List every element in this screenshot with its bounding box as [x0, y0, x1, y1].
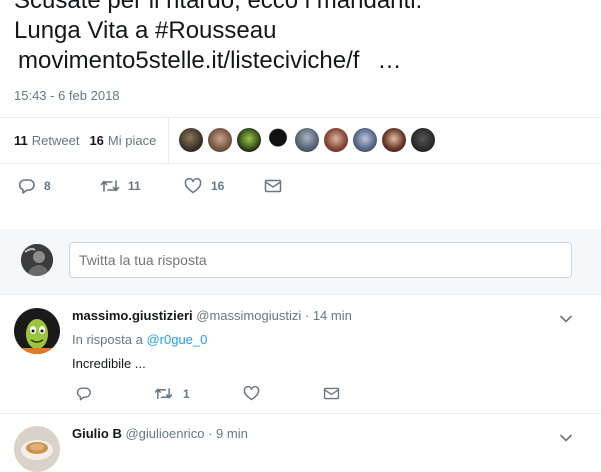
liker-avatar[interactable]: [237, 128, 262, 152]
chevron-down-icon[interactable]: [559, 430, 573, 448]
tweet-text: Scusate per il ritardo, ecco i mandanti.…: [14, 0, 422, 76]
like-stat-label: Mi piace: [107, 132, 157, 148]
reply-text: Incredibile ...: [72, 356, 146, 371]
reply-author-avatar[interactable]: [14, 308, 60, 354]
retweet-icon: [100, 178, 120, 194]
reply-author-avatar[interactable]: [14, 426, 60, 472]
separator-dot: ·: [208, 426, 213, 441]
current-user-avatar[interactable]: [21, 244, 53, 276]
chevron-down-icon[interactable]: [559, 311, 573, 329]
liker-avatar[interactable]: [353, 128, 378, 152]
reply-action[interactable]: 8: [18, 178, 100, 194]
divider: [0, 294, 601, 295]
separator-dot: ·: [304, 308, 310, 323]
stats-separator: [168, 117, 170, 163]
in-reply-to: In risposta a @r0gue_0: [72, 332, 207, 347]
reply-header: massimo.giustizieri @massimogiustizi · 1…: [72, 308, 352, 323]
reply-time[interactable]: 14 min: [313, 308, 352, 323]
likers-avatars: [179, 128, 436, 152]
like-count: 16: [211, 179, 225, 193]
liker-avatar[interactable]: [179, 128, 204, 152]
liker-avatar[interactable]: [411, 128, 436, 152]
reply-count: 8: [44, 179, 51, 193]
in-reply-to-mention[interactable]: @r0gue_0: [146, 332, 207, 347]
liker-avatar[interactable]: [295, 128, 320, 152]
retweet-count: 1: [183, 386, 190, 401]
retweet-action[interactable]: 1: [154, 386, 243, 401]
retweet-stat[interactable]: 11 Retweet: [14, 133, 79, 148]
envelope-icon: [264, 179, 282, 193]
reply-input[interactable]: [69, 242, 572, 278]
heart-icon: [243, 386, 260, 401]
like-stat[interactable]: 16 Mi piace: [89, 133, 156, 148]
reply-time[interactable]: 9 min: [216, 426, 248, 441]
reply-icon: [76, 386, 92, 401]
reply-author-handle[interactable]: @massimogiustizi: [196, 308, 301, 323]
tweet-link-line: movimento5stelle.it/listeciviche/f …: [18, 46, 422, 76]
liker-avatar[interactable]: [324, 128, 349, 152]
reply-author-name[interactable]: Giulio B: [72, 426, 122, 441]
reply-action[interactable]: [76, 386, 154, 401]
reply-author-name[interactable]: massimo.giustizieri: [72, 308, 193, 323]
envelope-icon: [323, 387, 340, 400]
retweet-action[interactable]: 11: [100, 178, 184, 194]
direct-message-action[interactable]: [264, 179, 282, 193]
reply-icon: [18, 178, 36, 194]
tweet-timestamp[interactable]: 15:43 - 6 feb 2018: [14, 88, 120, 103]
like-action[interactable]: 16: [184, 178, 264, 194]
divider: [0, 413, 601, 414]
like-action[interactable]: [243, 386, 323, 401]
tweet-link[interactable]: movimento5stelle.it/listeciviche/f: [18, 47, 359, 74]
tweet-stats: 11 Retweet 16 Mi piace: [14, 117, 601, 163]
reply-author-handle[interactable]: @giulioenrico: [125, 426, 204, 441]
tweet-line-2: Lunga Vita a #Rousseau: [14, 17, 277, 44]
tweet-line-1: Scusate per il ritardo, ecco i mandanti.: [14, 0, 423, 14]
direct-message-action[interactable]: [323, 387, 340, 400]
retweet-icon: [154, 386, 173, 401]
retweet-stat-label: Retweet: [31, 132, 80, 148]
in-reply-to-prefix: In risposta a: [72, 332, 143, 347]
reply-actions: 1: [76, 386, 340, 401]
liker-avatar[interactable]: [266, 128, 291, 152]
heart-icon: [184, 178, 202, 194]
tweet-link-ellipsis: …: [377, 47, 402, 74]
retweet-stat-count: 11: [14, 132, 28, 148]
like-stat-count: 16: [89, 132, 104, 148]
reply-header: Giulio B @giulioenrico · 9 min: [72, 426, 248, 441]
tweet-actions: 8 11 16: [18, 178, 282, 194]
liker-avatar[interactable]: [382, 128, 407, 152]
retweet-count: 11: [128, 179, 141, 193]
divider: [0, 163, 601, 164]
liker-avatar[interactable]: [208, 128, 233, 152]
